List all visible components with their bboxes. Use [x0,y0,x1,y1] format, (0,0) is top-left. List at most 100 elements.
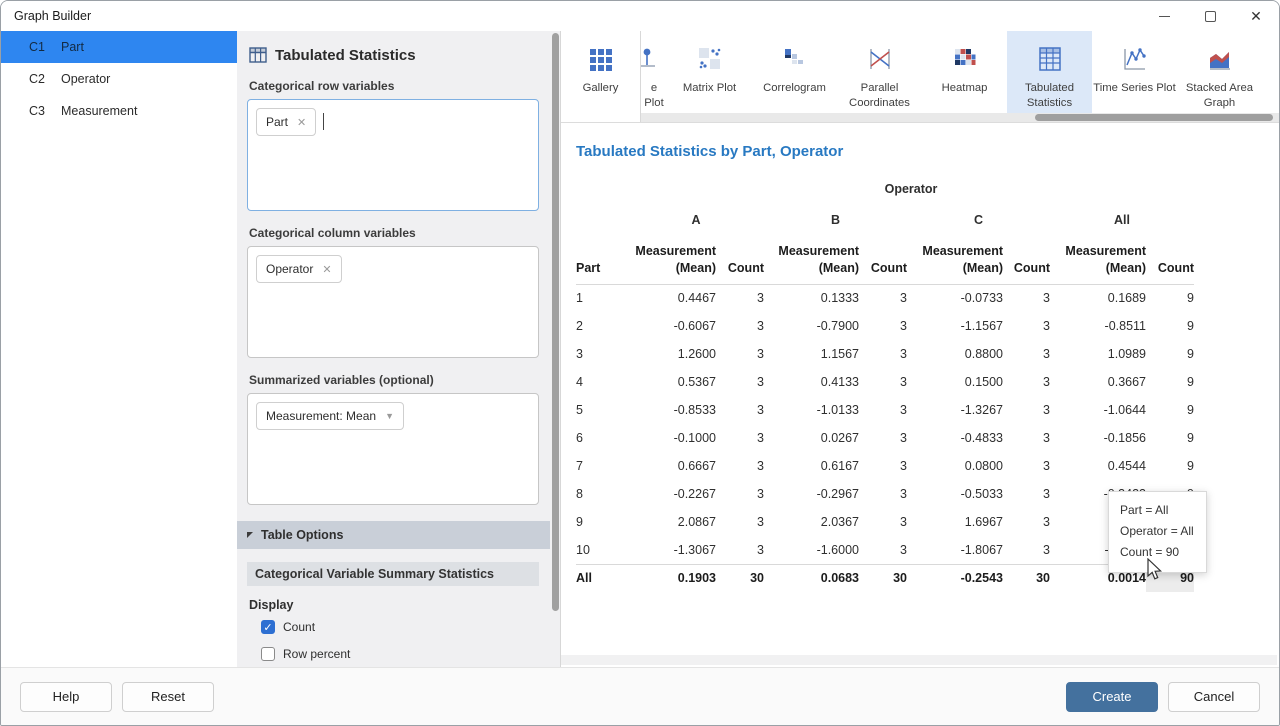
table-cell[interactable]: 3 [859,424,907,452]
close-button[interactable]: ✕ [1233,1,1279,31]
table-cell[interactable]: 9 [1146,396,1194,424]
row-percent-checkbox-row[interactable]: Row percent [261,647,539,661]
table-cell[interactable]: 0.3667 [1050,368,1146,396]
remove-chip-icon[interactable]: ✕ [297,116,306,129]
sidebar-item-operator[interactable]: C2 Operator [1,63,237,95]
table-cell[interactable]: 3 [859,368,907,396]
table-cell[interactable]: 0.5367 [628,368,716,396]
sidebar-item-part[interactable]: C1 Part [1,31,237,63]
table-cell[interactable]: -0.4833 [907,424,1003,452]
gallery-item-clipped-plot[interactable]: e Plot [641,31,667,113]
maximize-button[interactable] [1187,1,1233,31]
table-cell[interactable]: 0.0800 [907,452,1003,480]
table-cell[interactable]: 3 [716,340,764,368]
table-cell[interactable]: -0.2543 [907,564,1003,592]
table-cell[interactable]: 3 [716,424,764,452]
gallery-item-stacked-area-graph[interactable]: Stacked Area Graph [1177,31,1262,113]
table-cell[interactable]: 3 [716,284,764,312]
gallery-item-tabulated-statistics[interactable]: Tabulated Statistics [1007,31,1092,122]
table-cell[interactable]: 3 [859,312,907,340]
table-cell[interactable]: 4 [576,368,628,396]
table-cell[interactable]: 2.0867 [628,508,716,536]
table-cell[interactable]: 2 [576,312,628,340]
count-checkbox-row[interactable]: ✓ Count [261,620,539,634]
table-cell[interactable]: 3 [716,452,764,480]
table-cell[interactable]: 1.2600 [628,340,716,368]
table-cell[interactable]: 0.0683 [764,564,859,592]
table-cell[interactable]: 9 [1146,340,1194,368]
table-cell[interactable]: 3 [1003,452,1050,480]
table-cell[interactable]: 0.8800 [907,340,1003,368]
table-cell[interactable]: 9 [1146,312,1194,340]
create-button[interactable]: Create [1066,682,1158,712]
operator-chip[interactable]: Operator ✕ [256,255,342,283]
gallery-item-time-series-plot[interactable]: Time Series Plot [1092,31,1177,113]
table-cell[interactable]: -0.1000 [628,424,716,452]
table-cell[interactable]: 3 [1003,480,1050,508]
table-cell[interactable]: 0.6167 [764,452,859,480]
table-cell[interactable]: -0.6067 [628,312,716,340]
table-cell[interactable]: -1.6000 [764,536,859,564]
table-cell[interactable]: 10 [576,536,628,564]
table-cell[interactable]: 6 [576,424,628,452]
table-cell[interactable]: -0.5033 [907,480,1003,508]
table-cell[interactable]: 0.4467 [628,284,716,312]
gallery-scrollbar[interactable] [641,113,1279,122]
reset-button[interactable]: Reset [122,682,214,712]
table-cell[interactable]: 5 [576,396,628,424]
table-cell[interactable]: -0.7900 [764,312,859,340]
table-cell[interactable]: 3 [716,536,764,564]
gallery-item-heatmap[interactable]: Heatmap [922,31,1007,113]
row-variables-input[interactable]: Part ✕ [247,99,539,211]
gallery-item-matrix-plot[interactable]: Matrix Plot [667,31,752,113]
table-cell[interactable]: -0.8533 [628,396,716,424]
table-cell[interactable]: -1.3067 [628,536,716,564]
gallery-item-gallery[interactable]: Gallery [561,31,641,122]
table-cell[interactable]: -0.2967 [764,480,859,508]
table-cell[interactable]: -0.2267 [628,480,716,508]
table-cell[interactable]: 3 [1003,340,1050,368]
table-cell[interactable]: 0.0267 [764,424,859,452]
measurement-mean-chip[interactable]: Measurement: Mean ▼ [256,402,404,430]
table-cell[interactable]: 2.0367 [764,508,859,536]
table-cell[interactable]: 3 [1003,396,1050,424]
table-cell[interactable]: 3 [1003,424,1050,452]
table-cell[interactable]: 0.4544 [1050,452,1146,480]
table-cell[interactable]: 30 [1003,564,1050,592]
count-checkbox[interactable]: ✓ [261,620,275,634]
table-cell[interactable]: 1.0989 [1050,340,1146,368]
sidebar-item-measurement[interactable]: C3 Measurement [1,95,237,127]
column-variables-input[interactable]: Operator ✕ [247,246,539,358]
table-cell[interactable]: 3 [716,368,764,396]
table-cell[interactable]: 3 [1003,536,1050,564]
gallery-item-parallel-coordinates[interactable]: Parallel Coordinates [837,31,922,113]
table-cell[interactable]: 9 [1146,368,1194,396]
table-cell[interactable]: 3 [859,508,907,536]
table-cell[interactable]: 3 [716,508,764,536]
table-cell[interactable]: 9 [576,508,628,536]
part-chip[interactable]: Part ✕ [256,108,316,136]
table-cell[interactable]: 3 [859,396,907,424]
table-cell[interactable]: 3 [859,452,907,480]
table-cell[interactable]: -1.3267 [907,396,1003,424]
table-cell[interactable]: 0.1500 [907,368,1003,396]
table-cell[interactable]: 3 [1003,508,1050,536]
table-cell[interactable]: 3 [859,284,907,312]
table-cell[interactable]: 3 [716,480,764,508]
table-cell[interactable]: 3 [1003,284,1050,312]
table-cell[interactable]: 1.1567 [764,340,859,368]
gallery-scrollbar-thumb[interactable] [1035,114,1273,121]
table-cell[interactable]: 0.1903 [628,564,716,592]
chevron-down-icon[interactable]: ▼ [385,411,394,421]
table-cell[interactable]: -1.0644 [1050,396,1146,424]
table-cell[interactable]: 3 [576,340,628,368]
table-cell[interactable]: -0.1856 [1050,424,1146,452]
table-options-header[interactable]: Table Options [237,521,551,549]
help-button[interactable]: Help [20,682,112,712]
panel-scrollbar-thumb[interactable] [552,33,559,611]
table-cell[interactable]: 1 [576,284,628,312]
table-cell[interactable]: -1.1567 [907,312,1003,340]
table-cell[interactable]: 3 [859,480,907,508]
table-cell[interactable]: -0.0733 [907,284,1003,312]
table-cell[interactable]: 3 [859,536,907,564]
